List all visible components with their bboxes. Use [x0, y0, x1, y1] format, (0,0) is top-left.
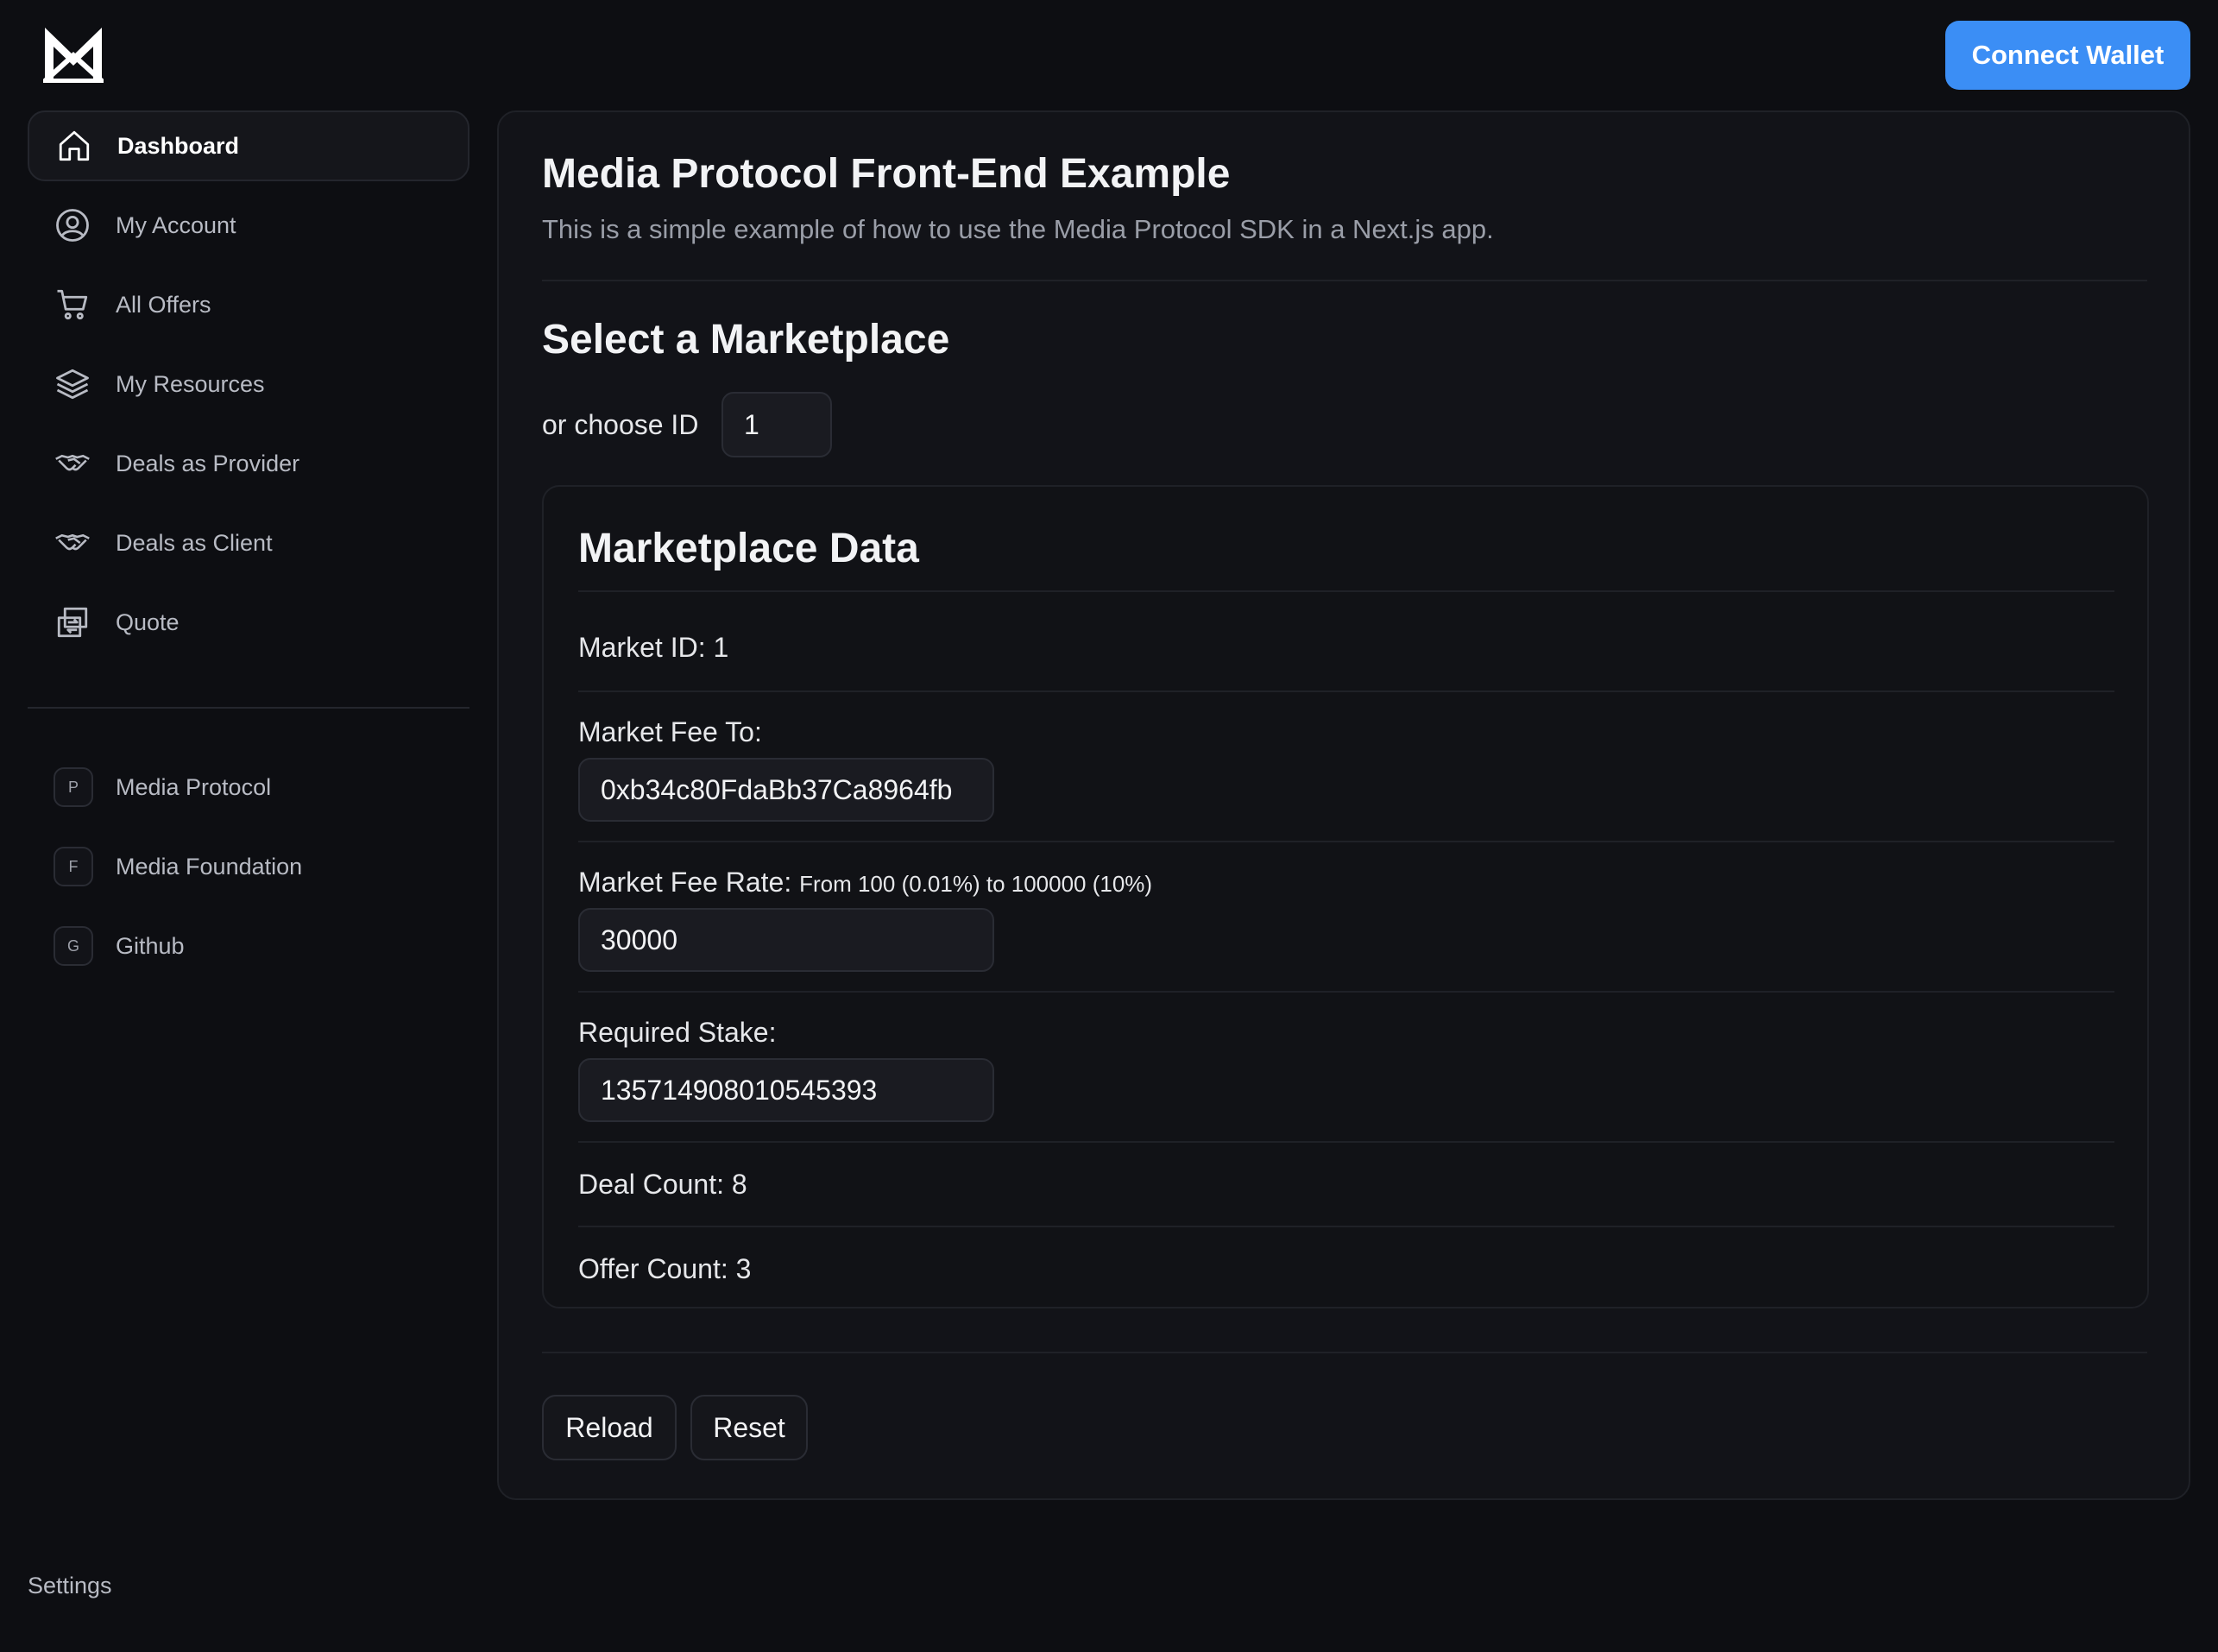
settings-link[interactable]: Settings: [28, 1573, 112, 1599]
reload-button[interactable]: Reload: [542, 1395, 677, 1460]
connect-wallet-button[interactable]: Connect Wallet: [1945, 21, 2190, 90]
divider: [542, 1352, 2147, 1353]
choose-id-label: or choose ID: [542, 409, 699, 440]
link-media-foundation[interactable]: F Media Foundation: [28, 841, 469, 892]
reset-button[interactable]: Reset: [690, 1395, 808, 1460]
market-fee-rate-hint: From 100 (0.01%) to 100000 (10%): [799, 871, 1153, 897]
market-fee-rate-label-row: Market Fee Rate: From 100 (0.01%) to 100…: [578, 867, 1152, 899]
marketplace-id-input[interactable]: [721, 392, 832, 457]
divider: [578, 590, 2114, 592]
deal-count-text: Deal Count: 8: [578, 1169, 747, 1200]
market-id-text: Market ID: 1: [578, 632, 729, 663]
divider: [578, 1141, 2114, 1143]
market-fee-rate-input[interactable]: [578, 908, 994, 972]
sidebar-item-label: Quote: [116, 608, 180, 635]
link-label: Github: [116, 932, 185, 959]
sidebar-item-deals-as-client[interactable]: Deals as Client: [28, 508, 469, 578]
market-fee-to-input[interactable]: [578, 758, 994, 822]
sidebar-item-deals-as-provider[interactable]: Deals as Provider: [28, 428, 469, 499]
divider: [578, 1226, 2114, 1227]
marketplace-data-card: Marketplace Data Market ID: 1 Market Fee…: [542, 485, 2149, 1308]
sidebar-item-my-account[interactable]: My Account: [28, 190, 469, 261]
home-icon: [55, 127, 93, 165]
link-label: Media Foundation: [116, 853, 303, 880]
page-subtitle: This is a simple example of how to use t…: [542, 214, 1494, 244]
sidebar-item-my-resources[interactable]: My Resources: [28, 349, 469, 419]
cart-icon: [54, 286, 91, 324]
required-stake-label: Required Stake:: [578, 1017, 777, 1048]
sidebar-item-quote[interactable]: Quote: [28, 587, 469, 658]
link-badge: P: [54, 767, 93, 807]
sidebar-item-dashboard[interactable]: Dashboard: [28, 110, 469, 181]
main-card: Media Protocol Front-End Example This is…: [497, 110, 2190, 1500]
sidebar-item-label: My Resources: [116, 370, 265, 397]
page-title: Media Protocol Front-End Example: [542, 151, 1231, 197]
sidebar-item-all-offers[interactable]: All Offers: [28, 269, 469, 340]
offer-count-text: Offer Count: 3: [578, 1253, 752, 1284]
required-stake-input[interactable]: [578, 1058, 994, 1122]
sidebar-item-label: My Account: [116, 211, 236, 238]
sidebar-item-label: All Offers: [116, 291, 211, 318]
divider: [578, 690, 2114, 692]
sidebar-divider: [28, 707, 469, 709]
sidebar-item-label: Deals as Client: [116, 529, 273, 556]
divider: [542, 280, 2147, 281]
link-github[interactable]: G Github: [28, 920, 469, 972]
handshake-icon: [54, 445, 91, 482]
link-media-protocol[interactable]: P Media Protocol: [28, 761, 469, 813]
divider: [578, 841, 2114, 842]
market-fee-rate-label: Market Fee Rate:: [578, 867, 792, 898]
swap-icon: [54, 603, 91, 641]
marketplace-data-title: Marketplace Data: [578, 526, 919, 571]
divider: [578, 991, 2114, 993]
sidebar-item-label: Deals as Provider: [116, 450, 300, 476]
section-title: Select a Marketplace: [542, 317, 950, 363]
link-badge: G: [54, 926, 93, 966]
layers-icon: [54, 365, 91, 403]
market-fee-to-label: Market Fee To:: [578, 716, 762, 747]
link-badge: F: [54, 847, 93, 886]
link-label: Media Protocol: [116, 773, 272, 800]
sidebar-item-label: Dashboard: [117, 132, 240, 159]
handshake-icon: [54, 524, 91, 562]
media-logo-icon[interactable]: [43, 26, 104, 83]
user-circle-icon: [54, 206, 91, 244]
